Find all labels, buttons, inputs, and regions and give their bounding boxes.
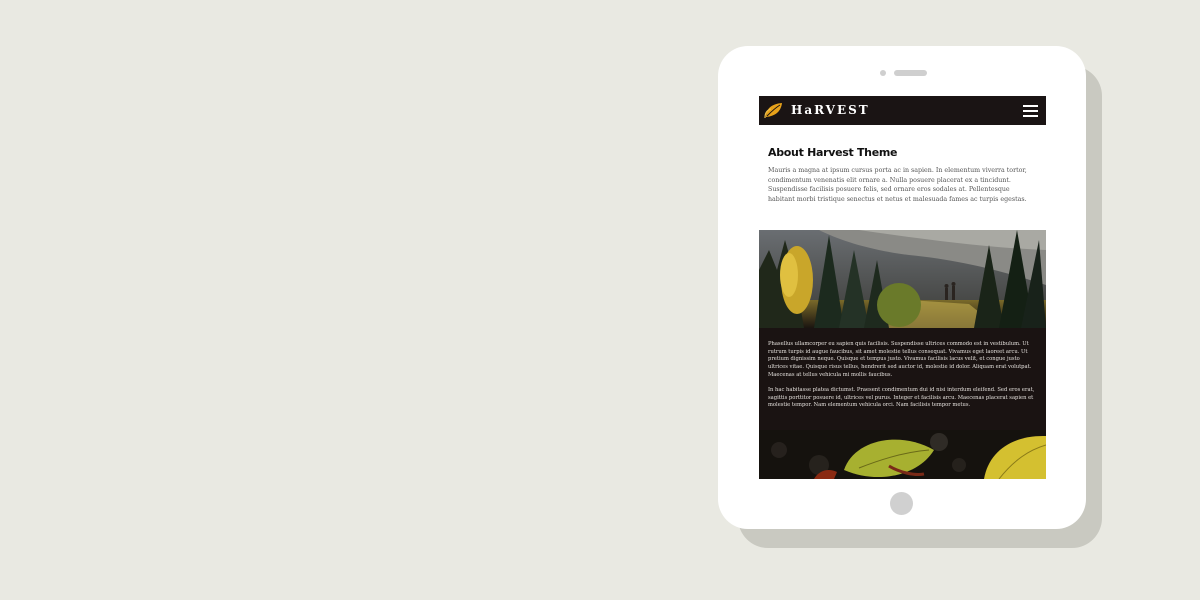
about-paragraph: Mauris a magna at ipsum cursus porta ac … <box>768 167 1027 203</box>
text-panel: Phasellus ullamcorper eu sapien quis fac… <box>759 328 1046 430</box>
hero-section: Phasellus ullamcorper eu sapien quis fac… <box>759 230 1046 479</box>
page-title: About Harvest Theme <box>768 146 898 159</box>
site-header: HaRVEST <box>759 96 1046 125</box>
leaf-icon <box>764 103 782 119</box>
site-logo[interactable]: HaRVEST <box>791 103 870 118</box>
home-button[interactable] <box>890 492 913 515</box>
leaves-photo <box>759 430 1046 479</box>
hero-paragraph-1: Phasellus ullamcorper eu sapien quis fac… <box>768 341 1032 378</box>
hamburger-menu-icon[interactable] <box>1023 105 1038 117</box>
tablet-device: HaRVEST About Harvest Theme Mauris a mag… <box>718 46 1086 529</box>
camera-icon <box>880 70 886 76</box>
tablet-screen: HaRVEST About Harvest Theme Mauris a mag… <box>759 96 1046 479</box>
hero-paragraph-2: In hac habitasse platea dictumst. Praese… <box>768 387 1035 409</box>
forest-photo <box>759 230 1046 328</box>
speaker-grille <box>894 70 927 76</box>
